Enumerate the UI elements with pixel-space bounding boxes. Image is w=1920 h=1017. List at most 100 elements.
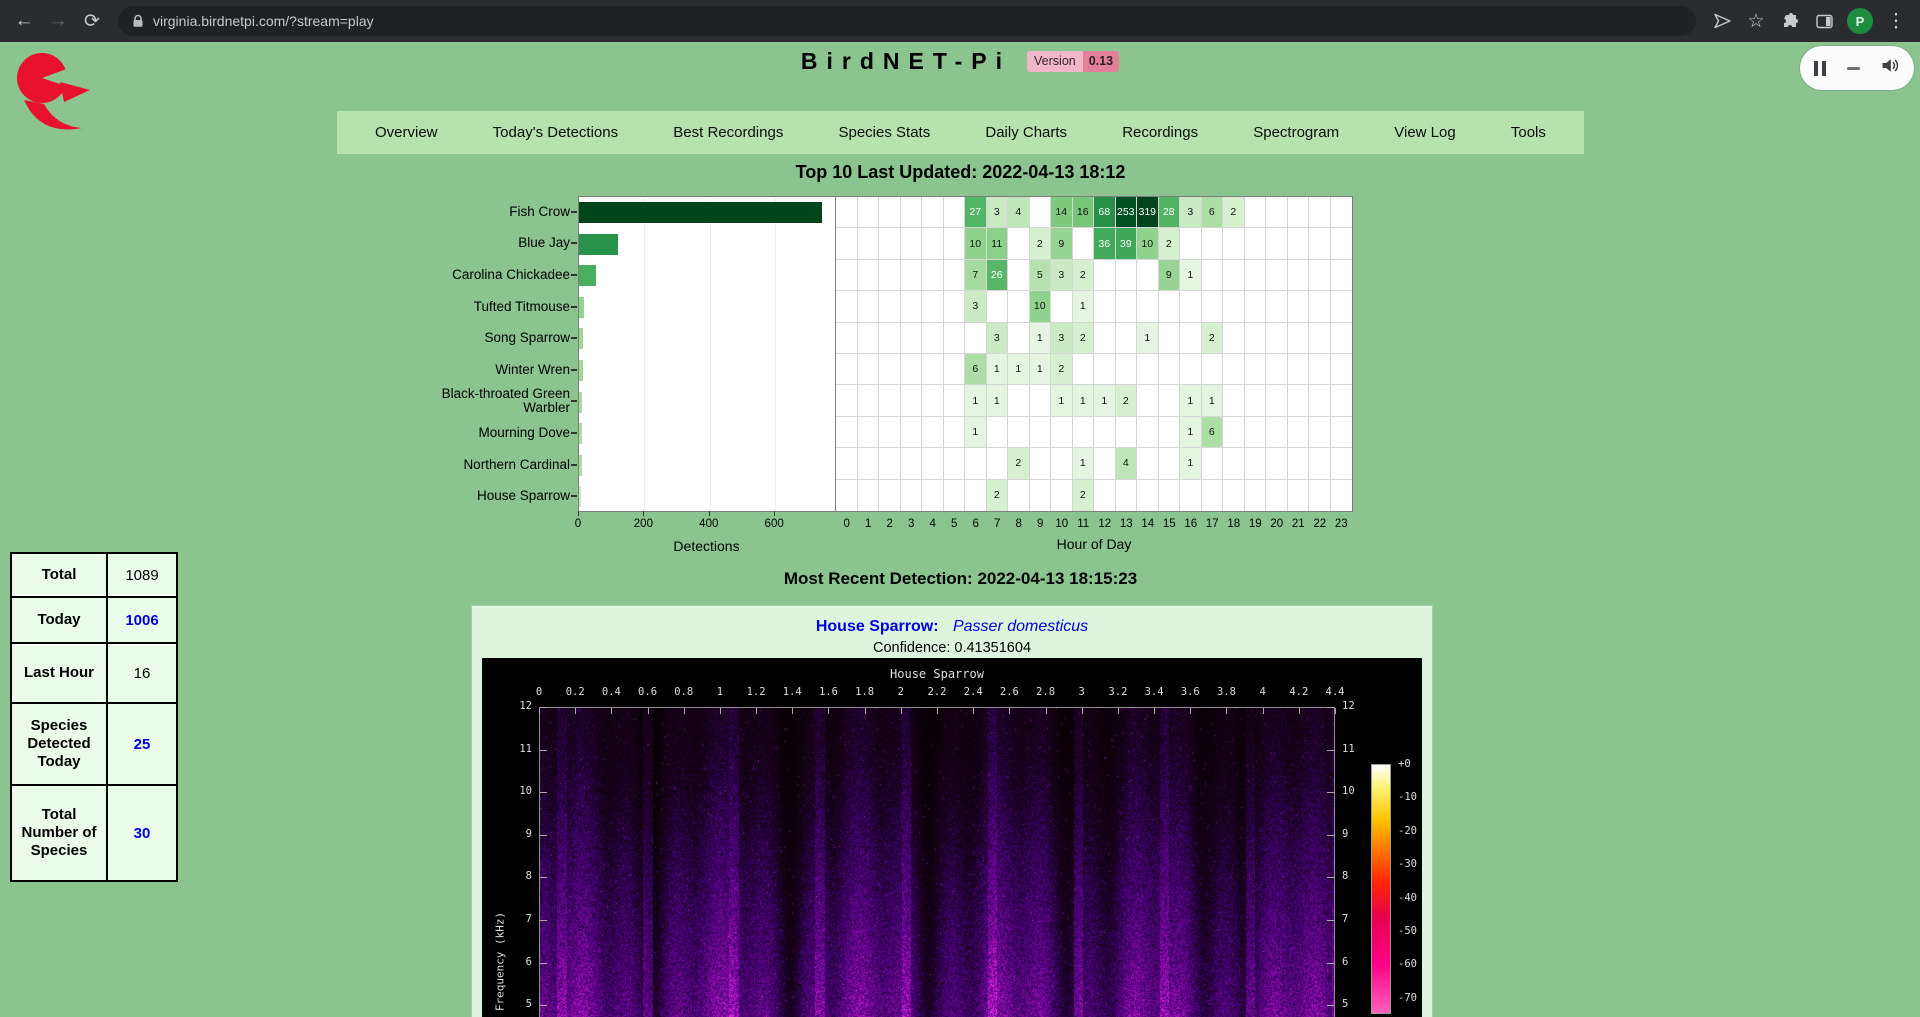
send-icon[interactable] bbox=[1706, 5, 1738, 37]
spec-tickmark bbox=[1082, 708, 1083, 714]
stat-value[interactable]: 25 bbox=[107, 703, 177, 785]
heatmap-cell bbox=[1331, 197, 1353, 228]
profile-avatar[interactable]: P bbox=[1847, 8, 1873, 34]
nav-item-recordings[interactable]: Recordings bbox=[1122, 124, 1198, 141]
heatmap-cell bbox=[901, 448, 923, 479]
nav-item-best-recordings[interactable]: Best Recordings bbox=[673, 124, 783, 141]
heatmap-cell bbox=[1202, 354, 1224, 385]
heatmap-cell: 10 bbox=[1137, 228, 1159, 259]
heatmap-cell bbox=[836, 228, 858, 259]
species-axis-tick bbox=[571, 337, 577, 339]
species-axis-tick bbox=[571, 306, 577, 308]
spec-tickmark bbox=[720, 708, 721, 714]
top10-heading: Top 10 Last Updated: 2022-04-13 18:12 bbox=[337, 162, 1584, 183]
nav-item-overview[interactable]: Overview bbox=[375, 124, 438, 141]
nav-item-species-stats[interactable]: Species Stats bbox=[838, 124, 930, 141]
spec-tickmark bbox=[1299, 708, 1300, 714]
stat-value[interactable]: 30 bbox=[107, 785, 177, 881]
heatmap-cell: 3 bbox=[987, 197, 1009, 228]
spec-ytick-label: 12 bbox=[498, 700, 532, 712]
heatmap-cell: 10 bbox=[965, 228, 987, 259]
stat-value[interactable]: 1006 bbox=[107, 597, 177, 643]
heatmap-cell bbox=[1180, 228, 1202, 259]
spec-tickmark bbox=[828, 708, 829, 714]
detection-title: House Sparrow: Passer domesticus bbox=[472, 618, 1432, 636]
stat-value: 16 bbox=[107, 643, 177, 703]
heatmap-cell bbox=[1223, 480, 1245, 511]
heatmap-cell bbox=[1245, 291, 1267, 322]
forward-icon[interactable]: → bbox=[42, 5, 74, 37]
heatmap-cell bbox=[922, 291, 944, 322]
heatmap-cell bbox=[1116, 291, 1138, 322]
species-label: Tufted Titmouse bbox=[438, 291, 570, 323]
heatmap-cell bbox=[1137, 480, 1159, 511]
nav-item-spectrogram[interactable]: Spectrogram bbox=[1253, 124, 1339, 141]
bookmark-star-icon[interactable]: ☆ bbox=[1740, 5, 1772, 37]
extensions-icon[interactable] bbox=[1774, 5, 1806, 37]
heatmap-cell bbox=[901, 260, 923, 291]
scientific-name-link[interactable]: Passer domesticus bbox=[953, 618, 1088, 635]
stats-table: Total1089Today1006Last Hour16Species Det… bbox=[10, 552, 178, 882]
heatmap-cell bbox=[1223, 417, 1245, 448]
species-label: Winter Wren bbox=[438, 354, 570, 386]
main-nav: Overview Today's Detections Best Recording… bbox=[337, 111, 1584, 154]
heatmap-cell bbox=[922, 417, 944, 448]
spec-xtick-label: 2 bbox=[884, 686, 918, 698]
browser-menu-icon[interactable]: ⋮ bbox=[1880, 5, 1912, 37]
back-icon[interactable]: ← bbox=[8, 5, 40, 37]
heatmap-cell bbox=[987, 417, 1009, 448]
side-panel-icon[interactable] bbox=[1808, 5, 1840, 37]
heatmap-cell: 1 bbox=[1073, 385, 1095, 416]
heatmap-cell bbox=[1159, 291, 1181, 322]
bar-axis-tick-label: 0 bbox=[561, 518, 595, 530]
spec-xtick-label: 3.6 bbox=[1173, 686, 1207, 698]
heatmap-cell: 1 bbox=[1202, 385, 1224, 416]
heatmap-cell bbox=[1245, 385, 1267, 416]
spec-xtick-label: 3 bbox=[1065, 686, 1099, 698]
hour-axis-tick-label: 22 bbox=[1308, 518, 1332, 530]
heatmap-cell: 1 bbox=[1180, 448, 1202, 479]
spec-xtick-label: 0.2 bbox=[558, 686, 592, 698]
nav-item-view-log[interactable]: View Log bbox=[1394, 124, 1455, 141]
heatmap-cell bbox=[922, 354, 944, 385]
heatmap-cell bbox=[1073, 417, 1095, 448]
spec-tickmark bbox=[1335, 708, 1336, 714]
spec-xtick-label: 1.2 bbox=[739, 686, 773, 698]
heatmap-cell bbox=[987, 291, 1009, 322]
spec-tickmark bbox=[792, 708, 793, 714]
heatmap-cell bbox=[1137, 385, 1159, 416]
heatmap-cell bbox=[901, 354, 923, 385]
heatmap-cell: 5 bbox=[1030, 260, 1052, 291]
spec-tickmark bbox=[540, 963, 547, 964]
spec-tickmark bbox=[540, 835, 547, 836]
heatmap-cell: 1 bbox=[1180, 417, 1202, 448]
reload-icon[interactable]: ⟳ bbox=[76, 5, 108, 37]
heatmap-cell bbox=[879, 323, 901, 354]
heatmap-cell bbox=[879, 385, 901, 416]
species-link[interactable]: House Sparrow: bbox=[816, 618, 939, 635]
heatmap-cell bbox=[858, 354, 880, 385]
colorbar-label: -50 bbox=[1398, 925, 1417, 937]
heatmap-cell: 27 bbox=[965, 197, 987, 228]
heatmap-cell bbox=[1331, 417, 1353, 448]
address-bar[interactable]: virginia.birdnetpi.com/?stream=play bbox=[118, 6, 1696, 36]
heatmap-cell bbox=[836, 480, 858, 511]
heatmap-cell bbox=[1266, 354, 1288, 385]
heatmap-axis-title: Hour of Day bbox=[835, 536, 1353, 552]
heatmap-cell bbox=[1309, 385, 1331, 416]
nav-item-today-s-detections[interactable]: Today's Detections bbox=[493, 124, 618, 141]
heatmap-cell bbox=[965, 480, 987, 511]
heatmap-cell bbox=[1030, 197, 1052, 228]
heatmap-cell bbox=[965, 448, 987, 479]
heatmap-cell bbox=[944, 197, 966, 228]
heatmap-cell bbox=[1159, 480, 1181, 511]
spec-tickmark bbox=[865, 708, 866, 714]
nav-item-tools[interactable]: Tools bbox=[1511, 124, 1546, 141]
heatmap-cell bbox=[1288, 480, 1310, 511]
heatmap-cell bbox=[1266, 480, 1288, 511]
nav-item-daily-charts[interactable]: Daily Charts bbox=[985, 124, 1067, 141]
heatmap-cell bbox=[1030, 448, 1052, 479]
heatmap-cell bbox=[1331, 260, 1353, 291]
browser-toolbar: ← → ⟳ virginia.birdnetpi.com/?stream=pla… bbox=[0, 0, 1920, 42]
heatmap-cell: 3 bbox=[1180, 197, 1202, 228]
